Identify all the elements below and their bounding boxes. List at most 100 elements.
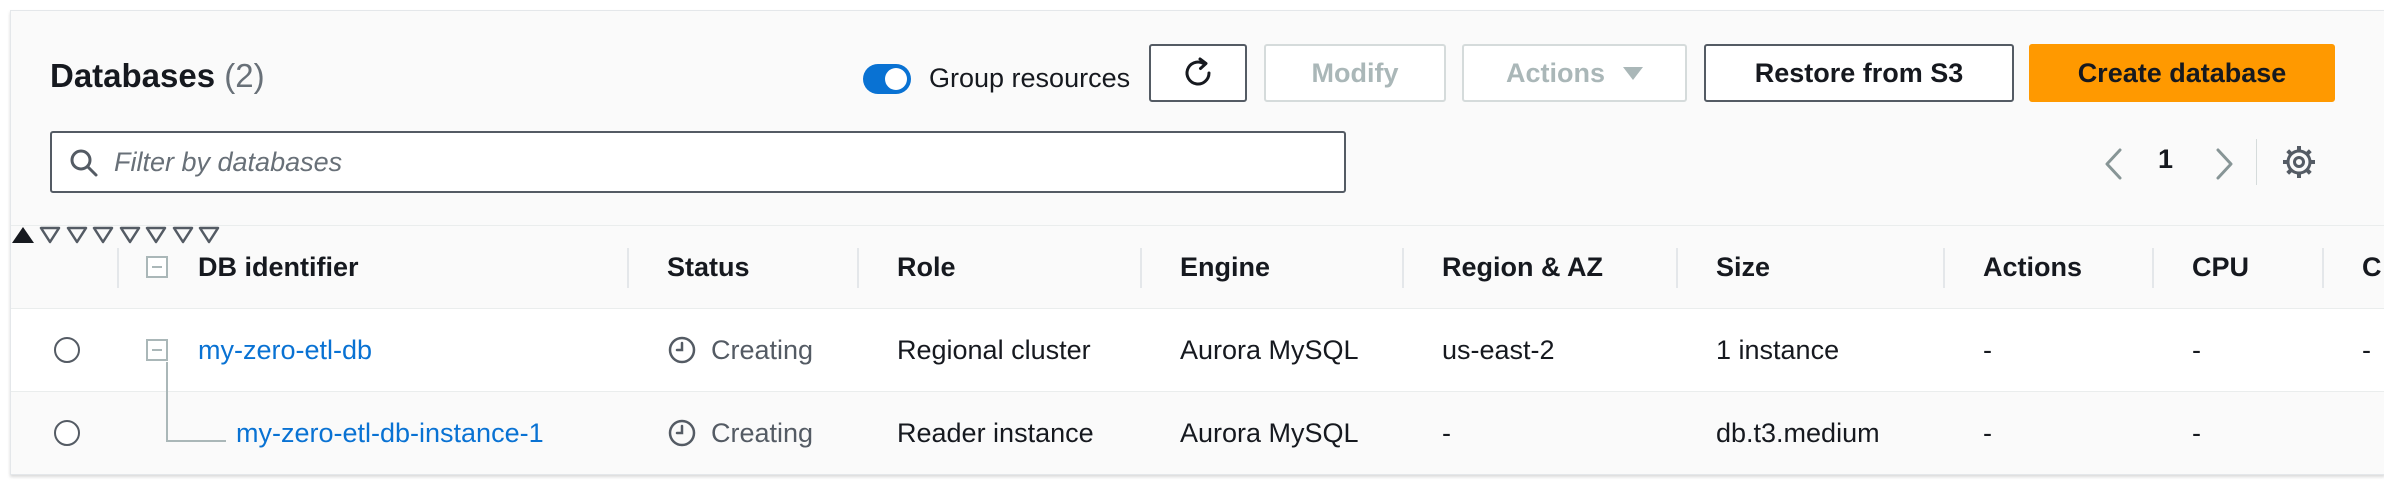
column-label: Role: [897, 251, 956, 282]
cpu-text: -: [2192, 417, 2201, 448]
region-cell: -: [1442, 392, 1451, 474]
search-icon: [70, 149, 98, 177]
restore-from-s3-button[interactable]: Restore from S3: [1704, 44, 2014, 102]
db-identifier-link[interactable]: my-zero-etl-db-instance-1: [236, 418, 544, 449]
db-identifier-cell[interactable]: my-zero-etl-db-instance-1: [236, 392, 544, 474]
truncated-cell: -: [2362, 309, 2371, 391]
column-label: Region & AZ: [1442, 251, 1603, 282]
cpu-text: -: [2192, 334, 2201, 365]
column-header-truncated[interactable]: C: [2362, 226, 2382, 308]
databases-panel: Databases (2) Group resources Modify Act…: [10, 10, 2384, 475]
column-header-region-az[interactable]: Region & AZ: [1442, 226, 1603, 308]
title-count: (2): [224, 57, 265, 94]
size-cell: 1 instance: [1716, 309, 1839, 391]
actions-cell: -: [1983, 392, 1992, 474]
engine-text: Aurora MySQL: [1180, 417, 1359, 448]
table-header-row: DB identifier Status Role Engine Region …: [11, 225, 2384, 310]
engine-cell: Aurora MySQL: [1180, 392, 1359, 474]
actions-cell: -: [1983, 309, 1992, 391]
sort-icon[interactable]: [145, 226, 167, 244]
row-select-radio[interactable]: [54, 420, 80, 446]
status-text: Creating: [711, 417, 814, 448]
column-divider: [2322, 248, 2324, 288]
status-cell: Creating: [667, 392, 813, 474]
role-text: Regional cluster: [897, 334, 1091, 365]
clock-icon: [668, 419, 696, 447]
size-cell: db.t3.medium: [1716, 392, 1880, 474]
db-identifier-link[interactable]: my-zero-etl-db: [198, 335, 372, 366]
group-resources-toggle[interactable]: [863, 63, 911, 94]
collapse-group-icon[interactable]: [146, 339, 168, 361]
modify-button[interactable]: Modify: [1264, 44, 1446, 102]
row-select-radio[interactable]: [54, 337, 80, 363]
sort-icon[interactable]: [119, 226, 141, 244]
group-resources-label: Group resources: [929, 63, 1131, 93]
engine-text: Aurora MySQL: [1180, 334, 1359, 365]
column-divider: [1676, 248, 1678, 288]
column-label: Size: [1716, 251, 1771, 282]
region-text: us-east-2: [1442, 334, 1555, 365]
status-text: Creating: [711, 334, 814, 365]
sort-icon[interactable]: [39, 226, 61, 244]
table-row[interactable]: my-zero-etl-db-instance-1 Creating Reade…: [11, 392, 2384, 474]
column-header-actions[interactable]: Actions: [1983, 226, 2082, 308]
toggle-knob: [885, 67, 907, 90]
panel-header: Databases (2) Group resources Modify Act…: [11, 11, 2384, 225]
column-label-truncated: C: [2362, 251, 2382, 282]
title-text: Databases: [50, 57, 216, 94]
column-divider: [1140, 248, 1142, 288]
clock-icon: [668, 336, 696, 364]
current-page-number[interactable]: 1: [2158, 144, 2173, 175]
actions-label: Actions: [1505, 57, 1605, 88]
role-cell: Regional cluster: [897, 309, 1091, 391]
column-label: Status: [667, 251, 750, 282]
group-resources-toggle-wrap: Group resources: [863, 63, 1130, 94]
truncated-text: -: [2362, 334, 2371, 365]
db-identifier-cell[interactable]: my-zero-etl-db: [198, 309, 372, 391]
actions-text: -: [1983, 334, 1992, 365]
caret-down-icon: [1623, 66, 1643, 80]
chevron-left-icon[interactable]: [2101, 147, 2127, 181]
column-header-status[interactable]: Status: [667, 226, 750, 308]
collapse-all-icon[interactable]: [146, 256, 168, 278]
column-header-db-identifier[interactable]: DB identifier: [198, 226, 359, 308]
filter-input[interactable]: [114, 133, 1314, 191]
engine-cell: Aurora MySQL: [1180, 309, 1359, 391]
column-header-cpu[interactable]: CPU: [2192, 226, 2249, 308]
actions-text: -: [1983, 417, 1992, 448]
role-text: Reader instance: [897, 417, 1094, 448]
column-label: DB identifier: [198, 251, 359, 282]
refresh-icon: [1185, 57, 1211, 86]
column-label: Engine: [1180, 251, 1271, 282]
column-divider: [857, 248, 859, 288]
role-cell: Reader instance: [897, 392, 1094, 474]
column-divider: [1402, 248, 1404, 288]
sort-ascending-icon[interactable]: [11, 226, 35, 244]
actions-button[interactable]: Actions: [1462, 44, 1687, 102]
sort-icon[interactable]: [66, 226, 88, 244]
column-label: CPU: [2192, 251, 2250, 282]
sort-icon[interactable]: [172, 226, 194, 244]
pager-divider: [2256, 139, 2257, 185]
refresh-button[interactable]: [1149, 44, 1247, 102]
table-row[interactable]: my-zero-etl-db Creating Regional cluster…: [11, 309, 2384, 392]
size-text: 1 instance: [1716, 334, 1840, 365]
chevron-right-icon[interactable]: [2211, 147, 2237, 181]
region-text: -: [1442, 417, 1451, 448]
column-divider: [1943, 248, 1945, 288]
region-cell: us-east-2: [1442, 309, 1555, 391]
gear-icon[interactable]: [2281, 144, 2317, 180]
create-label: Create database: [2077, 57, 2287, 88]
column-divider: [117, 248, 119, 288]
create-database-button[interactable]: Create database: [2029, 44, 2335, 102]
column-header-size[interactable]: Size: [1716, 226, 1770, 308]
column-header-engine[interactable]: Engine: [1180, 226, 1270, 308]
status-cell: Creating: [667, 309, 813, 391]
column-header-role[interactable]: Role: [897, 226, 956, 308]
sort-icon[interactable]: [92, 226, 114, 244]
modify-label: Modify: [1311, 57, 1399, 88]
column-divider: [2152, 248, 2154, 288]
filter-search-box: [50, 131, 1346, 193]
cpu-cell: -: [2192, 392, 2201, 474]
cpu-cell: -: [2192, 309, 2201, 391]
